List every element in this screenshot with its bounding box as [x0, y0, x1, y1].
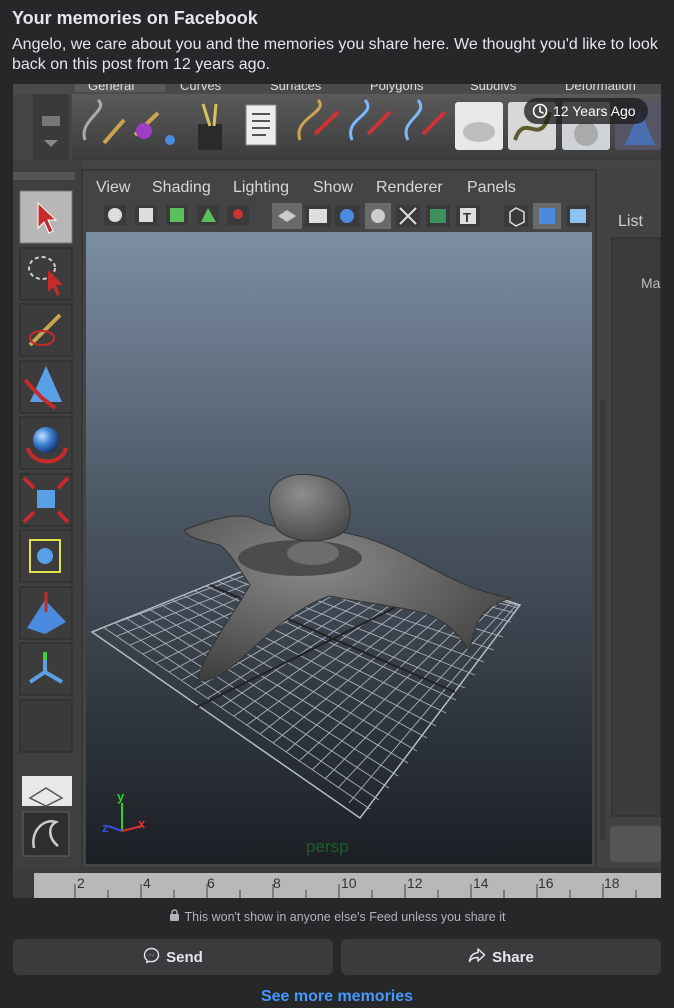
shelf-tab: Curves — [180, 84, 222, 93]
ruler-label: 16 — [538, 875, 554, 891]
ruler-label: 6 — [207, 875, 215, 891]
shelf-menu-icon[interactable] — [42, 116, 60, 126]
maya-logo-icon — [22, 811, 70, 857]
ruler-label: 18 — [604, 875, 620, 891]
axis-label-z: z — [102, 820, 109, 835]
svg-text:T: T — [463, 210, 471, 225]
send-button[interactable]: Send — [13, 939, 333, 975]
lasso-tool-icon — [19, 247, 73, 301]
side-panel-fragment: Ma — [641, 275, 661, 291]
layout-icon — [22, 776, 72, 807]
ruler-label: 14 — [473, 875, 489, 891]
clock-icon — [532, 103, 548, 119]
move-tool-icon — [19, 360, 73, 414]
shelf-tab: Subdivs — [470, 84, 517, 93]
shelf-tab: General — [88, 84, 134, 93]
shelf-tab: Surfaces — [270, 84, 322, 93]
panel-menu-shading: Shading — [152, 179, 211, 196]
panel-menu-renderer: Renderer — [376, 179, 443, 196]
see-more-memories-link[interactable]: See more memories — [0, 988, 674, 1006]
panel-menu-view: View — [96, 179, 131, 196]
ruler-label: 10 — [341, 875, 357, 891]
share-arrow-icon — [468, 947, 486, 967]
panel-menu-show: Show — [313, 179, 353, 196]
privacy-note-text: This won't show in anyone else's Feed un… — [184, 909, 506, 924]
ruler-label: 8 — [273, 875, 281, 891]
paint-select-tool-icon — [19, 303, 73, 357]
memory-post-image[interactable]: General Curves Surfaces Polygons Subdivs… — [13, 84, 661, 898]
share-button-label: Share — [492, 948, 534, 966]
ruler-label: 12 — [407, 875, 423, 891]
soft-mod-tool-icon — [19, 586, 73, 640]
side-panel-button[interactable] — [610, 826, 661, 862]
shelf-tab: Deformation — [565, 84, 636, 93]
select-tool-icon — [19, 190, 73, 244]
lock-icon — [169, 909, 180, 924]
ruler-label: 4 — [143, 875, 151, 891]
rotate-tool-icon — [19, 416, 73, 470]
send-button-label: Send — [166, 948, 203, 966]
side-panel-list-label[interactable]: List — [618, 213, 643, 230]
panel-menu-panels: Panels — [467, 179, 516, 196]
share-button[interactable]: Share — [341, 939, 661, 975]
shelf-tab: Polygons — [370, 84, 424, 93]
last-tool-icon — [19, 642, 73, 696]
axis-label-x: x — [138, 816, 146, 831]
privacy-note: This won't show in anyone else's Feed un… — [0, 909, 674, 924]
panel-menu-lighting: Lighting — [233, 179, 289, 196]
manipulator-tool-icon — [19, 529, 73, 583]
ruler-label: 2 — [77, 875, 85, 891]
memory-card-message: Angelo, we care about you and the memori… — [12, 36, 658, 73]
memory-age-label: 12 Years Ago — [553, 103, 636, 119]
messenger-icon — [143, 947, 160, 968]
memory-age-badge: 12 Years Ago — [524, 98, 648, 124]
camera-label: persp — [306, 837, 349, 856]
scale-tool-icon — [19, 473, 73, 527]
empty-tool-slot — [19, 699, 73, 753]
axis-label-y: y — [117, 789, 125, 804]
memory-card-title: Your memories on Facebook — [12, 8, 258, 28]
